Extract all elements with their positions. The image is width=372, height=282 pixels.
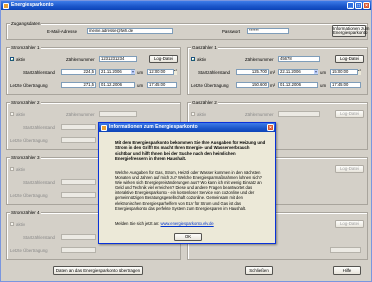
logdatei-button[interactable]: Log-Datei [335, 110, 364, 118]
logdatei-button[interactable]: Log-Datei [335, 165, 364, 173]
aktiv-label: aktiv [16, 57, 26, 62]
meter-title: Stromzähler 1 [10, 45, 41, 50]
info-dialog: Informationen zum Energiesparkonto × Mit… [98, 122, 276, 244]
zaehlernummer-label: Zählernummer [66, 112, 95, 117]
letzte-zeit-field: 17:45:00 [147, 82, 177, 88]
meter-title: Stromzähler 3 [10, 155, 41, 160]
letzte-label: Letzte Übertragung [10, 138, 48, 143]
letzte-label: Letzte Übertragung [10, 193, 48, 198]
startzaehlerstand-label: Startzählerstand [198, 70, 230, 75]
dialog-intro-text: Mit dem Energiesparkonto bekommen Sie Ih… [115, 140, 266, 162]
dialog-body-text: Welche Ausgaben für Gas, Strom, Heizöl o… [115, 170, 262, 211]
close-window-button[interactable]: × [363, 2, 370, 9]
password-input[interactable]: ****** [247, 28, 289, 34]
startzaehlerstand-input[interactable]: 224,5 [61, 69, 96, 75]
zaehlernummer-label: Zählernummer [66, 57, 95, 62]
app-icon [3, 2, 9, 9]
info-button[interactable]: Informationen zum Energiesparkonto [332, 25, 369, 37]
chevron-down-icon[interactable]: ▼ [314, 70, 318, 74]
logdatei-button[interactable]: Log-Datei [335, 220, 364, 228]
meter-title: Gaszähler 1 [191, 45, 218, 50]
letzte-wert-field [61, 247, 96, 253]
letzte-wert-field: 150.600 [236, 82, 269, 88]
help-button[interactable]: Hilfe [333, 266, 361, 275]
logdatei-button[interactable]: Log-Datei [335, 55, 364, 63]
zaehlernummer-input[interactable] [99, 111, 137, 117]
um-label: um [137, 83, 144, 88]
aktiv-checkbox[interactable] [10, 112, 14, 116]
startzaehlerstand-input[interactable] [61, 234, 96, 240]
letzte-label: Letzte Übertragung [10, 248, 48, 253]
zaehlernummer-input[interactable] [278, 111, 320, 117]
startzaehlerstand-label: Startzählerstand [23, 180, 55, 185]
startzaehlerstand-input[interactable]: 125.700 [236, 69, 269, 75]
um-label: um [137, 70, 144, 75]
meter-title: Stromzähler 2 [10, 100, 41, 105]
time-spinner[interactable]: ▴▾ [357, 69, 361, 75]
dialog-signup-line: Melden Sie sich jetzt an: www.energiespa… [115, 221, 214, 226]
letzte-wert-field [61, 192, 96, 198]
app-icon [101, 124, 107, 131]
aktiv-checkbox[interactable] [10, 222, 14, 226]
minimize-button[interactable]: _ [347, 2, 354, 9]
dialog-title: Informationen zum Energiesparkonto [109, 124, 198, 130]
logdatei-button[interactable]: Log-Datei [149, 55, 178, 63]
dialog-title-bar: Informationen zum Energiesparkonto × [99, 123, 275, 132]
meter-title: Stromzähler 4 [10, 210, 41, 215]
password-label: Passwort [222, 29, 241, 34]
email-label: E-Mail-Adresse [47, 29, 78, 34]
aktiv-checkbox[interactable]: ✓ [191, 57, 195, 62]
aktiv-label: aktiv [16, 222, 26, 227]
letzte-zeit-field: 17:45:00 [330, 82, 361, 88]
transfer-button[interactable]: Daten an das Energiesparkonto übertragen [53, 266, 143, 275]
einheit-label: m³ [270, 70, 276, 75]
email-input[interactable]: meine.adresse@fwh.de [87, 28, 173, 34]
um-label: um [320, 83, 327, 88]
info-button-line2: Energiesparkonto [333, 30, 368, 36]
access-group-title: Zugangsdaten [10, 21, 42, 26]
zaehlernummer-label: Zählernummer [245, 112, 274, 117]
letzte-datum-field: 01.12.2006 [278, 82, 318, 88]
letzte-wert-field [61, 137, 96, 143]
aktiv-checkbox[interactable]: ✓ [10, 57, 14, 62]
zaehlernummer-input[interactable]: 1231231234 [99, 56, 137, 62]
signup-prefix: Melden Sie sich jetzt an: [115, 221, 160, 226]
letzte-zeit-field [330, 247, 361, 253]
aktiv-label: aktiv [16, 167, 26, 172]
startzaehlerstand-label: Startzählerstand [23, 235, 55, 240]
einheit-label: m³ [270, 83, 276, 88]
zaehlernummer-input[interactable]: 45678 [278, 56, 320, 62]
signup-link[interactable]: www.energiesparkonto.elv.de [161, 221, 214, 226]
startzaehlerstand-label: Startzählerstand [23, 70, 55, 75]
letzte-label: Letzte Übertragung [191, 83, 229, 88]
chevron-down-icon[interactable]: ▼ [131, 70, 135, 74]
start-date-picker[interactable]: 21.11.2006 [99, 69, 135, 75]
startzaehlerstand-label: Startzählerstand [23, 125, 55, 130]
zaehlernummer-label: Zählernummer [245, 57, 274, 62]
letzte-wert-field: 271,5 [61, 82, 96, 88]
start-date-picker[interactable]: 22.11.2006 [278, 69, 318, 75]
um-label: um [320, 70, 327, 75]
aktiv-label: aktiv [197, 57, 207, 62]
ok-button[interactable]: OK [174, 233, 202, 241]
window-title: Energiesparkonto [11, 2, 54, 8]
aktiv-checkbox[interactable] [10, 167, 14, 171]
maximize-button[interactable]: □ [355, 2, 362, 9]
meter-title: Gaszähler 2 [191, 100, 218, 105]
startzaehlerstand-input[interactable] [61, 179, 96, 185]
title-bar: Energiesparkonto _ □ × [1, 1, 371, 10]
startzaehlerstand-input[interactable] [61, 124, 96, 130]
dialog-close-button[interactable]: × [267, 124, 274, 131]
letzte-label: Letzte Übertragung [10, 83, 48, 88]
time-spinner[interactable]: ▴▾ [173, 69, 177, 75]
aktiv-checkbox[interactable] [191, 112, 195, 116]
aktiv-label: aktiv [197, 112, 207, 117]
close-button[interactable]: Schließen [245, 266, 273, 275]
letzte-datum-field: 01.12.2006 [99, 82, 135, 88]
aktiv-label: aktiv [16, 112, 26, 117]
